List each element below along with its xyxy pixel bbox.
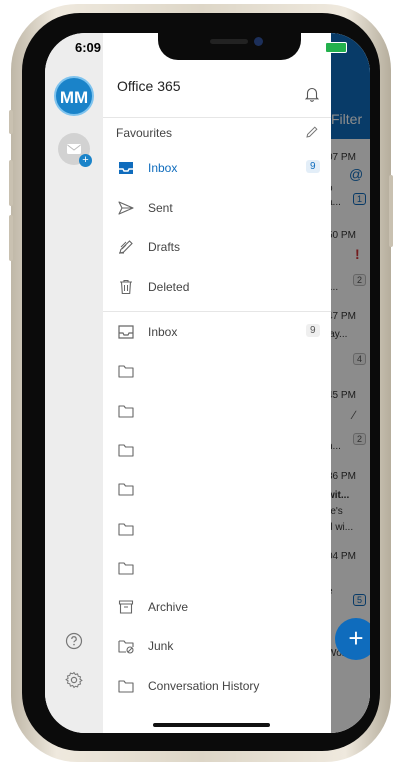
plus-icon: + — [79, 154, 92, 167]
folder-row-deleted[interactable]: Deleted — [103, 268, 331, 306]
avatar[interactable]: MM — [54, 76, 94, 116]
folder-icon — [118, 562, 134, 575]
unread-count-badge: 9 — [306, 324, 320, 337]
divider — [103, 311, 331, 312]
folder-row-drafts[interactable]: Drafts — [103, 228, 331, 266]
folder-icon — [118, 365, 134, 378]
send-icon — [118, 200, 134, 215]
settings-gear-icon[interactable] — [65, 671, 83, 689]
battery-icon — [325, 42, 347, 53]
folder-row-sent[interactable]: Sent — [103, 189, 331, 227]
screen: Filter 07 PM @ o a... 1 50 PM ! 2 r... 4… — [45, 33, 370, 733]
folder-row-folder[interactable] — [103, 510, 331, 548]
power-button — [389, 175, 393, 247]
unread-count-badge: 9 — [306, 160, 320, 173]
folder-icon — [118, 444, 134, 457]
folder-row-inbox[interactable]: Inbox 9 — [103, 149, 331, 187]
status-time: 6:09 — [75, 40, 102, 55]
folder-label: Deleted — [148, 279, 190, 294]
mute-switch — [9, 110, 13, 134]
account-name: Office 365 — [117, 78, 181, 94]
folder-row-conversation-history[interactable]: Conversation History — [103, 667, 331, 705]
folder-label: Drafts — [148, 240, 181, 254]
junk-icon — [118, 640, 134, 654]
folder-label: Junk — [148, 639, 174, 654]
folder-label: Sent — [148, 200, 173, 215]
speaker — [210, 39, 248, 44]
folder-row-folder[interactable] — [103, 470, 331, 508]
folder-icon — [118, 522, 134, 536]
folder-label: Inbox — [148, 325, 178, 339]
favourites-header: Favourites — [116, 126, 173, 140]
help-icon[interactable] — [65, 632, 83, 650]
compose-button[interactable]: + — [335, 618, 370, 660]
notch — [158, 33, 301, 60]
camera — [254, 37, 263, 46]
folder-row-folder[interactable] — [103, 549, 331, 587]
folder-row-folder[interactable] — [103, 392, 331, 430]
folder-row-junk[interactable]: Junk — [103, 627, 331, 665]
add-account-button[interactable]: + — [58, 133, 92, 167]
bell-icon[interactable] — [303, 85, 321, 103]
folder-label: Inbox — [148, 161, 178, 175]
volume-down-button — [9, 215, 13, 261]
trash-icon — [120, 279, 132, 294]
archive-icon — [118, 600, 134, 614]
volume-up-button — [9, 160, 13, 206]
folder-label: Conversation History — [148, 678, 260, 693]
folder-row-folder[interactable] — [103, 352, 331, 390]
status-icons — [307, 42, 347, 53]
folder-icon — [118, 405, 134, 418]
home-indicator — [153, 723, 270, 727]
inbox-icon — [118, 325, 134, 339]
folder-icon — [118, 680, 134, 693]
folder-drawer: Office 365 Favourites Inbox 9 Sent Drafts De… — [103, 33, 331, 733]
divider — [103, 117, 331, 118]
folder-row-folder[interactable] — [103, 431, 331, 469]
folder-icon — [118, 483, 134, 496]
pencil-icon — [119, 240, 133, 254]
inbox-icon — [119, 162, 133, 174]
edit-favourites-icon[interactable] — [305, 125, 319, 139]
folder-row-inbox[interactable]: Inbox 9 — [103, 313, 331, 351]
wifi-icon — [307, 42, 321, 52]
account-rail: MM + — [45, 33, 103, 733]
folder-row-archive[interactable]: Archive — [103, 588, 331, 626]
folder-label: Archive — [148, 600, 189, 615]
